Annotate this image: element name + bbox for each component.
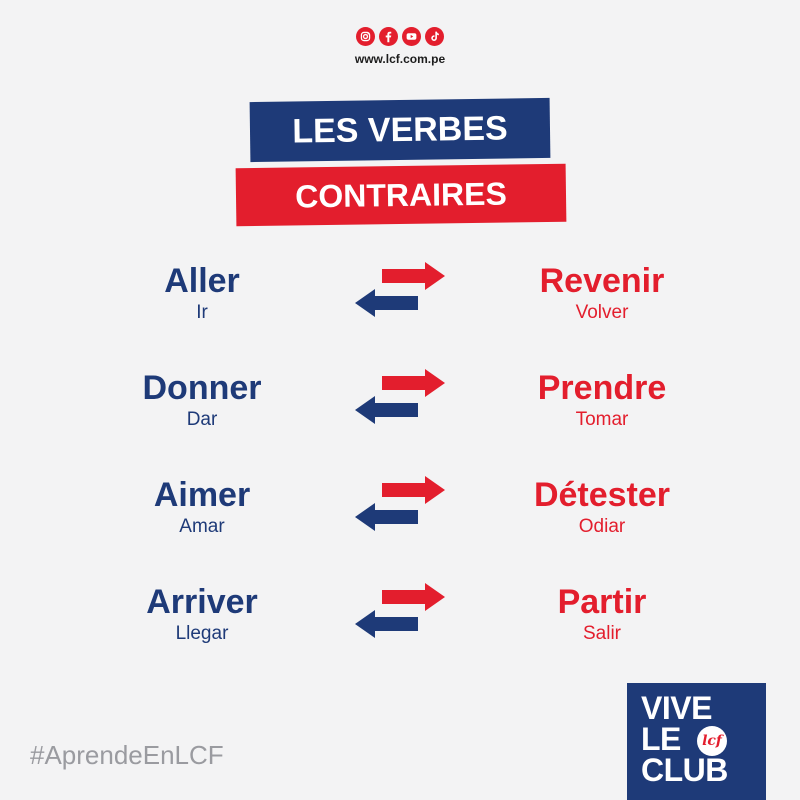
- opposite-arrows-icon: [355, 583, 445, 638]
- opposite-arrows-icon: [355, 262, 445, 317]
- spanish-translation: Odiar: [578, 516, 626, 537]
- spanish-translation: Ir: [196, 302, 208, 323]
- right-verb: Partir Salir: [482, 583, 722, 645]
- hashtag: #AprendeEnLCF: [30, 740, 224, 770]
- facebook-icon[interactable]: [379, 27, 398, 46]
- spanish-translation: Volver: [575, 302, 629, 323]
- title-banner-line1: LES VERBES: [249, 97, 551, 163]
- french-verb: Revenir: [539, 262, 665, 300]
- spanish-translation: Llegar: [175, 623, 229, 644]
- spanish-translation: Dar: [186, 409, 218, 430]
- french-verb: Partir: [557, 583, 647, 621]
- french-verb: Donner: [142, 369, 262, 407]
- vive-le-club-logo: VIVE LE CLUB lcf: [627, 683, 766, 800]
- youtube-icon[interactable]: [402, 27, 421, 46]
- french-verb: Aimer: [153, 476, 251, 514]
- french-verb: Détester: [533, 476, 671, 514]
- spanish-translation: Amar: [179, 516, 225, 537]
- verb-pair: Aimer Amar Détester Odiar: [0, 476, 800, 566]
- verb-pair: Arriver Llegar Partir Salir: [0, 583, 800, 673]
- spanish-translation: Salir: [582, 623, 621, 644]
- verb-pair: Aller Ir Revenir Volver: [0, 262, 800, 352]
- logo-line-1: VIVE: [641, 690, 712, 726]
- instagram-icon[interactable]: [356, 27, 375, 46]
- website-url[interactable]: www.lcf.com.pe: [0, 52, 800, 66]
- left-verb: Donner Dar: [82, 369, 322, 431]
- right-verb: Revenir Volver: [482, 262, 722, 324]
- opposite-arrows-icon: [355, 476, 445, 531]
- right-verb: Prendre Tomar: [482, 369, 722, 431]
- title-banner-line2: CONTRAIRES: [235, 163, 567, 227]
- french-verb: Aller: [164, 262, 240, 300]
- verb-pair: Donner Dar Prendre Tomar: [0, 369, 800, 459]
- french-verb: Prendre: [537, 369, 667, 407]
- opposite-arrows-icon: [355, 369, 445, 424]
- tiktok-icon[interactable]: [425, 27, 444, 46]
- french-verb: Arriver: [146, 583, 258, 621]
- left-verb: Arriver Llegar: [82, 583, 322, 645]
- left-verb: Aller Ir: [82, 262, 322, 324]
- social-icons-row: [0, 27, 800, 46]
- lcf-seal-icon: lcf: [697, 726, 727, 756]
- left-verb: Aimer Amar: [82, 476, 322, 538]
- logo-line-3: CLUB: [641, 752, 728, 788]
- right-verb: Détester Odiar: [482, 476, 722, 538]
- spanish-translation: Tomar: [575, 409, 629, 430]
